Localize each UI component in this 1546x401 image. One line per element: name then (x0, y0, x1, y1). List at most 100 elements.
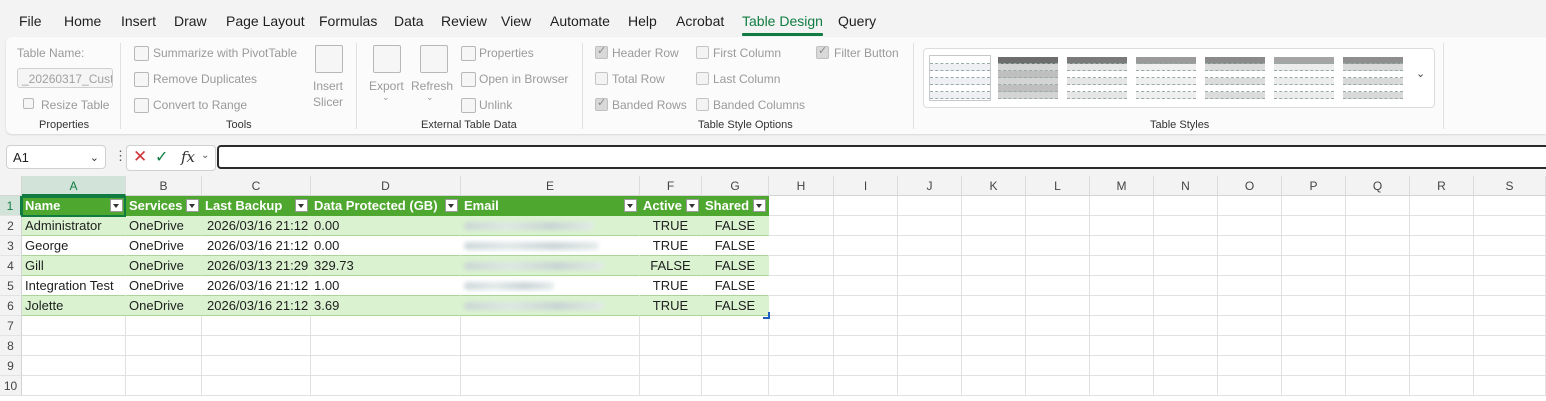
grid-cell[interactable] (1218, 336, 1282, 356)
row-header[interactable]: 3 (0, 236, 22, 256)
table-cell[interactable]: FALSE (702, 256, 769, 276)
grid-cell[interactable] (769, 236, 834, 256)
grid-cell[interactable] (1026, 276, 1090, 296)
grid-cell[interactable] (640, 316, 702, 336)
grid-cell[interactable] (311, 336, 461, 356)
grid-cell[interactable] (1410, 276, 1474, 296)
grid-cell[interactable] (702, 316, 769, 336)
menu-item[interactable]: Formulas (319, 13, 377, 29)
filter-dropdown-icon[interactable] (186, 199, 199, 212)
table-cell[interactable]: OneDrive (126, 216, 202, 236)
grid-cell[interactable] (1474, 296, 1546, 316)
grid-cell[interactable] (1282, 216, 1346, 236)
insert-slicer-label-2[interactable]: Slicer (313, 95, 343, 109)
grid-cell[interactable] (1474, 276, 1546, 296)
table-style-swatch[interactable] (1205, 56, 1265, 100)
grid-cell[interactable] (1154, 196, 1218, 216)
filter-dropdown-icon[interactable] (753, 199, 766, 212)
table-cell[interactable]: FALSE (702, 236, 769, 256)
table-style-swatch[interactable] (929, 55, 991, 101)
grid-cell[interactable] (769, 336, 834, 356)
grid-cell[interactable] (962, 276, 1026, 296)
email-cell-redacted[interactable] (461, 276, 640, 296)
column-header[interactable]: K (962, 176, 1026, 196)
menu-item[interactable]: Help (628, 13, 657, 29)
name-box[interactable]: A1 ⌄ (6, 145, 106, 169)
grid-cell[interactable] (962, 296, 1026, 316)
grid-cell[interactable] (1090, 316, 1154, 336)
table-cell[interactable]: FALSE (702, 216, 769, 236)
grid-cell[interactable] (1090, 296, 1154, 316)
grid-cell[interactable] (898, 276, 962, 296)
grid-cell[interactable] (898, 336, 962, 356)
grid-cell[interactable] (769, 356, 834, 376)
grid-cell[interactable] (834, 276, 898, 296)
table-style-swatch[interactable] (1274, 56, 1334, 100)
table-header-cell[interactable]: Services (126, 196, 202, 216)
table-header-cell[interactable]: Active (640, 196, 702, 216)
grid-cell[interactable] (834, 256, 898, 276)
grid-cell[interactable] (1090, 256, 1154, 276)
grid-cell[interactable] (1090, 376, 1154, 396)
convert-to-range-button[interactable]: Convert to Range (153, 98, 247, 112)
column-header[interactable]: N (1154, 176, 1218, 196)
column-header[interactable]: O (1218, 176, 1282, 196)
row-header[interactable]: 2 (0, 216, 22, 236)
filter-button-checkbox[interactable] (816, 44, 829, 59)
grid-cell[interactable] (126, 356, 202, 376)
grid-cell[interactable] (1154, 336, 1218, 356)
table-cell[interactable]: 2026/03/16 21:12 (202, 236, 311, 256)
summarize-pivot-button[interactable]: Summarize with PivotTable (153, 46, 297, 60)
grid-cell[interactable] (461, 336, 640, 356)
grid-cell[interactable] (1218, 276, 1282, 296)
refresh-button[interactable]: Refresh (411, 79, 453, 93)
grid-cell[interactable] (126, 336, 202, 356)
grid-cell[interactable] (1154, 316, 1218, 336)
grid-cell[interactable] (202, 356, 311, 376)
filter-dropdown-icon[interactable] (686, 199, 699, 212)
column-header[interactable]: P (1282, 176, 1346, 196)
grid-cell[interactable] (1090, 236, 1154, 256)
column-header[interactable]: G (702, 176, 769, 196)
menu-item[interactable]: Automate (550, 13, 610, 29)
grid-cell[interactable] (962, 356, 1026, 376)
grid-cell[interactable] (962, 236, 1026, 256)
grid-cell[interactable] (1346, 336, 1410, 356)
table-cell[interactable]: Gill (22, 256, 126, 276)
grid-cell[interactable] (769, 256, 834, 276)
column-header[interactable]: J (898, 176, 962, 196)
table-cell[interactable]: 329.73 (311, 256, 461, 276)
grid-cell[interactable] (1346, 296, 1410, 316)
column-header[interactable]: E (461, 176, 640, 196)
grid-cell[interactable] (1026, 356, 1090, 376)
table-header-cell[interactable]: Email (461, 196, 640, 216)
chevron-down-icon[interactable]: ⌄ (201, 150, 209, 161)
row-header[interactable]: 9 (0, 356, 22, 376)
grid-cell[interactable] (1410, 376, 1474, 396)
last-column-checkbox[interactable] (696, 72, 709, 85)
table-cell[interactable]: TRUE (640, 236, 702, 256)
remove-duplicates-button[interactable]: Remove Duplicates (153, 72, 257, 86)
grid-cell[interactable] (962, 196, 1026, 216)
first-column-checkbox[interactable] (696, 46, 709, 59)
column-header[interactable]: I (834, 176, 898, 196)
table-cell[interactable]: 0.00 (311, 216, 461, 236)
grid-cell[interactable] (311, 316, 461, 336)
filter-dropdown-icon[interactable] (445, 199, 458, 212)
total-row-checkbox[interactable] (595, 72, 608, 85)
menu-item[interactable]: Home (64, 13, 101, 29)
grid-cell[interactable] (769, 276, 834, 296)
grid-cell[interactable] (640, 376, 702, 396)
grid-cell[interactable] (1346, 276, 1410, 296)
grid-cell[interactable] (1474, 196, 1546, 216)
grid-cell[interactable] (702, 336, 769, 356)
email-cell-redacted[interactable] (461, 216, 640, 236)
filter-dropdown-icon[interactable] (110, 199, 123, 212)
grid-cell[interactable] (834, 196, 898, 216)
grid-cell[interactable] (1218, 356, 1282, 376)
menu-item[interactable]: Acrobat (676, 13, 724, 29)
grid-cell[interactable] (1026, 336, 1090, 356)
table-cell[interactable]: OneDrive (126, 276, 202, 296)
grid-cell[interactable] (834, 376, 898, 396)
menu-item[interactable]: File (19, 13, 42, 29)
